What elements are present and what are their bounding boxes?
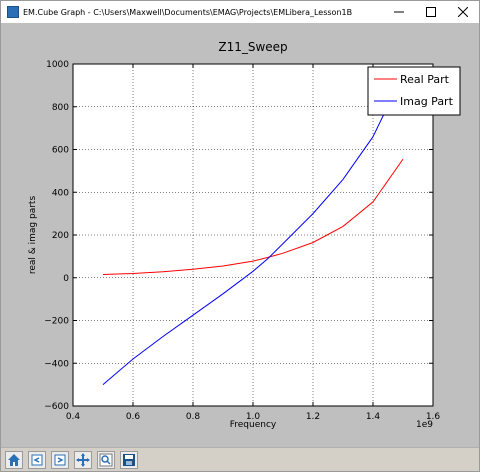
zoom-button[interactable] xyxy=(97,450,115,469)
y-tick-label: 400 xyxy=(52,188,69,198)
chart-title: Z11_Sweep xyxy=(218,40,287,54)
minimize-button[interactable] xyxy=(383,1,415,23)
plot-area: Z11_Sweep 0.4 0.6 0.8 1.0 1.2 1.4 1.6 −600 −400−… xyxy=(1,23,479,447)
y-tick-label: −400 xyxy=(44,359,69,369)
x-axis-label: Frequency xyxy=(230,420,277,430)
forward-icon xyxy=(54,454,66,465)
x-tick-label: 0.6 xyxy=(126,412,141,422)
home-icon xyxy=(8,453,20,466)
x-tick-label: 1.2 xyxy=(306,412,320,422)
graph-window: EM.Cube Graph - C:\Users\Maxwell\Documen… xyxy=(0,0,480,472)
y-tick-label: −200 xyxy=(44,317,69,327)
close-icon xyxy=(458,7,468,17)
y-tick-label: 1000 xyxy=(46,60,69,70)
window-controls xyxy=(383,1,479,23)
pan-button[interactable] xyxy=(74,450,92,469)
forward-button[interactable] xyxy=(51,450,69,469)
back-button[interactable] xyxy=(28,450,46,469)
y-tick-label: 200 xyxy=(52,231,69,241)
x-tick-label: 0.8 xyxy=(186,412,201,422)
back-icon xyxy=(31,454,43,465)
maximize-icon xyxy=(426,7,436,17)
legend-label-real: Real Part xyxy=(400,73,450,86)
zoom-icon xyxy=(99,453,113,466)
y-tick-label: −600 xyxy=(44,402,69,412)
x-tick-label: 1.4 xyxy=(366,412,381,422)
home-button[interactable] xyxy=(5,450,23,469)
close-button[interactable] xyxy=(447,1,479,23)
save-icon xyxy=(123,453,135,466)
chart-svg: Z11_Sweep 0.4 0.6 0.8 1.0 1.2 1.4 1.6−600−400−… xyxy=(28,40,461,430)
y-tick-label: 0 xyxy=(63,274,69,284)
x-tick-label: 0.4 xyxy=(66,412,81,422)
legend: Real Part Imag Part xyxy=(367,66,461,116)
minimize-icon xyxy=(394,11,404,13)
maximize-button[interactable] xyxy=(415,1,447,23)
y-axis-label: real & imag parts xyxy=(28,196,38,275)
y-tick-label: 800 xyxy=(52,103,69,113)
window-title: EM.Cube Graph - C:\Users\Maxwell\Documen… xyxy=(23,7,353,17)
save-button[interactable] xyxy=(120,450,138,469)
x-offset-label: 1e9 xyxy=(416,420,433,430)
plot-toolbar xyxy=(1,447,479,471)
app-icon xyxy=(7,6,19,18)
title-bar[interactable]: EM.Cube Graph - C:\Users\Maxwell\Documen… xyxy=(1,1,479,23)
legend-label-imag: Imag Part xyxy=(400,95,454,108)
y-tick-label: 600 xyxy=(52,146,69,156)
pan-icon xyxy=(76,452,90,467)
